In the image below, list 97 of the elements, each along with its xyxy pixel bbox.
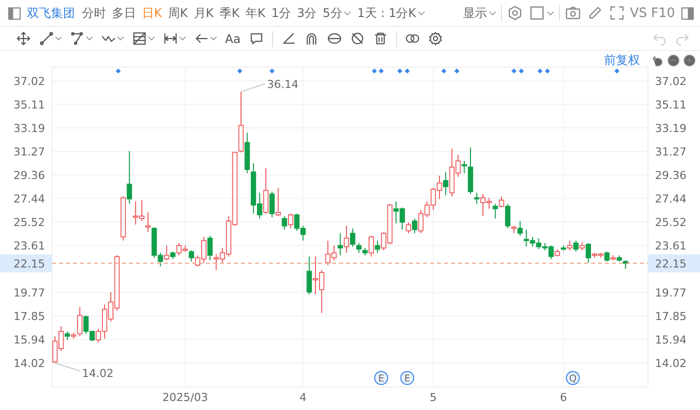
period-tab[interactable]: 年K [242,2,268,24]
y-axis-label: 19.77 [655,286,686,300]
x-axis-label: 4 [300,391,307,404]
y-axis-label: 31.27 [14,145,45,158]
current-price-tag: 22.15 [0,254,52,272]
angle-icon[interactable] [280,31,296,46]
pencil-icon[interactable] [586,5,603,21]
caret-icon [488,10,496,16]
high-price-label: 36.14 [267,78,299,91]
annotation: E [378,374,384,384]
y-axis-label: 19.77 [14,286,45,300]
ref-line-label: 22.15 [14,257,45,270]
period-tab[interactable]: 1分 [268,2,294,24]
y-axis-label: 37.02 [14,74,45,88]
period-tab[interactable]: 分时 [79,2,109,24]
y-axis-label: 17.85 [655,310,686,323]
settings-icon[interactable] [506,5,523,21]
gear-icon[interactable] [428,31,443,46]
event-marker-icon[interactable] [544,68,550,74]
period-tab[interactable]: 3分 [294,2,320,24]
y-axis-label: 14.02 [14,356,45,370]
f10-button[interactable]: F10 [648,2,677,24]
event-marker-icon[interactable] [511,68,516,74]
leader-line [54,362,80,372]
y-axis-label: 15.94 [655,333,686,346]
event-marker-icon[interactable] [116,68,121,74]
y-axis-label: 23.61 [14,239,45,252]
low-price-label: 14.02 [82,366,114,380]
period-tab[interactable]: 月K [190,2,217,24]
y-axis-label: 29.36 [655,168,686,182]
link-icon[interactable] [404,31,420,46]
current-price-tag: 22.15 [648,254,700,272]
annotation: E [404,374,410,384]
y-axis-label: 25.52 [14,216,45,229]
interval-select[interactable]: 1天 : 1分K [354,2,428,24]
period-tab[interactable]: 多日 [109,2,139,24]
x-axis-label: 5 [430,391,437,404]
event-marker-icon[interactable] [614,68,620,74]
measure-icon[interactable] [163,31,178,46]
y-axis-label: 14.02 [655,356,686,370]
fullscreen-icon[interactable] [608,5,625,21]
y-axis-label: 15.94 [14,333,45,346]
adjust-mode-link[interactable]: 前复权 [604,52,640,69]
line-tool-icon[interactable] [39,31,54,46]
event-badge[interactable]: E [374,371,388,385]
eye-off-icon[interactable] [350,31,365,46]
eye-icon[interactable] [326,31,342,46]
event-marker-icon[interactable] [404,68,410,74]
y-axis-label: 27.44 [14,192,45,206]
y-axis-label: 33.19 [655,122,686,135]
event-marker-icon[interactable] [518,68,524,74]
square-icon[interactable] [528,5,545,21]
leader-line [240,83,266,92]
y-axis-label: 23.61 [655,239,686,252]
event-marker-icon[interactable] [454,68,460,74]
arrow-left-icon[interactable] [194,31,209,46]
camera-icon[interactable] [564,5,581,21]
y-axis-label: 17.85 [14,310,45,323]
event-marker-icon[interactable] [441,68,446,74]
event-badge[interactable]: E [400,371,414,385]
trash-icon[interactable] [372,31,388,46]
event-marker-icon[interactable] [237,68,242,74]
caret-icon [546,10,554,16]
y-axis-label: 25.52 [655,216,686,229]
magnet-icon[interactable] [304,31,319,46]
move-icon[interactable] [16,31,31,46]
y-axis-label: 37.02 [655,74,686,88]
y-axis-label: 35.11 [655,98,686,112]
event-marker-icon[interactable] [270,68,275,74]
text-tool[interactable]: Aa [221,28,245,48]
event-marker-icon[interactable] [378,68,384,74]
x-axis-label: 2025/03 [162,391,208,404]
compare-button[interactable]: VS [628,2,649,24]
comment-icon[interactable] [248,31,264,46]
event-badge[interactable]: Q [566,371,580,385]
stock-name: 双飞集团 [27,4,75,22]
event-marker-icon[interactable] [397,68,402,74]
period-tab[interactable]: 周K [164,2,191,24]
period-tab[interactable]: 5分 [320,2,354,24]
panel-toggle-icon[interactable] [680,6,695,20]
y-axis-label: 31.27 [655,145,686,158]
zoom-out-icon[interactable] [667,54,680,67]
y-axis-label: 29.36 [14,168,45,182]
event-marker-icon[interactable] [537,68,542,74]
annotation: Q [569,374,577,384]
fibonacci-icon[interactable] [132,31,147,46]
zoom-in-icon[interactable] [683,54,696,67]
period-tab[interactable]: 季K [216,2,242,24]
display-menu[interactable]: 显示 [460,2,499,24]
y-axis-label: 35.11 [14,98,45,112]
y-axis-label: 33.19 [14,122,45,135]
polyline-icon[interactable] [70,31,85,46]
event-marker-icon[interactable] [372,68,377,74]
x-axis-label: 6 [560,391,568,404]
caret-icon [418,10,426,16]
sidebar-toggle-icon[interactable] [7,6,22,20]
y-axis-label: 27.44 [655,192,686,206]
